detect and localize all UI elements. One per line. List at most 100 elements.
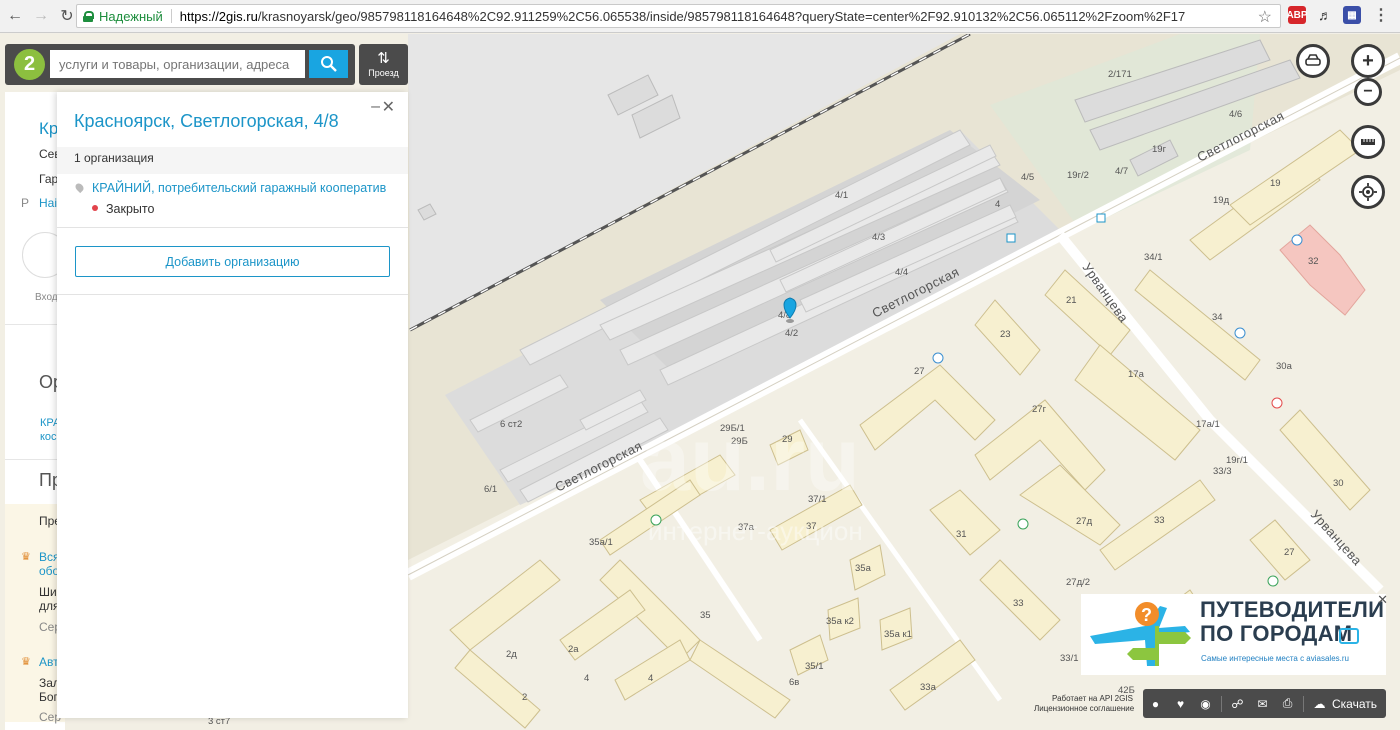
svg-text:30а: 30а <box>1276 361 1293 372</box>
url-path: /krasnoyarsk/geo/985798118164648%2C92.91… <box>257 8 1186 24</box>
svg-text:4/5: 4/5 <box>1021 172 1034 183</box>
card-title: Красноярск, Светлогорская, 4/8 <box>74 111 339 131</box>
card-divider-2 <box>57 294 408 295</box>
address-card: Красноярск, Светлогорская, 4/8 – ✕ 1 орг… <box>57 92 408 718</box>
forward-icon[interactable]: → <box>30 5 52 27</box>
svg-text:31: 31 <box>956 529 967 540</box>
ruler-icon <box>1361 139 1375 145</box>
svg-text:4/3: 4/3 <box>872 232 885 243</box>
attribution-license[interactable]: Лицензионное соглашение <box>1034 704 1134 714</box>
svg-text:Урванцева: Урванцева <box>1308 507 1366 569</box>
svg-text:21: 21 <box>1066 295 1077 306</box>
chat-icon[interactable]: ◉ <box>1193 697 1218 711</box>
svg-text:33/3: 33/3 <box>1213 466 1232 477</box>
share-icon[interactable]: ☍ <box>1225 697 1250 711</box>
mail-icon[interactable]: ✉ <box>1250 697 1275 711</box>
extension-icon[interactable]: ♬ <box>1316 6 1334 24</box>
bottom-toolbar: ● ♥ ◉ ☍ ✉ ⎙ ☁ Скачать <box>1143 689 1386 718</box>
ruler-button[interactable] <box>1351 125 1385 159</box>
svg-text:au.ru: au.ru <box>640 410 860 510</box>
svg-text:4/4: 4/4 <box>895 267 908 278</box>
locate-me-button[interactable] <box>1351 175 1385 209</box>
svg-text:19г/1: 19г/1 <box>1226 455 1248 466</box>
browser-menu-icon[interactable]: ⋮ <box>1372 6 1390 24</box>
add-organization-button[interactable]: Добавить организацию <box>75 246 390 277</box>
org-count: 1 организация <box>57 147 408 174</box>
svg-text:33: 33 <box>1154 515 1165 526</box>
toolbar-separator <box>1221 695 1222 712</box>
adblock-extension-icon[interactable]: ABP <box>1286 6 1308 24</box>
zoom-out-button[interactable]: − <box>1354 78 1382 106</box>
svg-text:4: 4 <box>995 199 1000 210</box>
svg-text:35: 35 <box>700 610 711 621</box>
close-icon[interactable]: ✕ <box>382 97 395 117</box>
svg-text:2: 2 <box>522 692 527 703</box>
svg-text:4/7: 4/7 <box>1115 166 1128 177</box>
svg-text:27: 27 <box>914 366 925 377</box>
org-pin-icon <box>73 181 86 194</box>
svg-text:32: 32 <box>1308 256 1319 267</box>
svg-text:2а: 2а <box>568 644 579 655</box>
org-status: Закрыто <box>106 202 155 216</box>
svg-text:4/2: 4/2 <box>785 328 798 339</box>
svg-text:35/1: 35/1 <box>805 661 824 672</box>
search-bar: 2 <box>5 44 355 85</box>
ad-title-line1: ПУТЕВОДИТЕЛИ <box>1200 597 1385 622</box>
svg-text:19: 19 <box>1270 178 1281 189</box>
browser-toolbar: ← → ↻ Надежный https://2gis.ru/krasnoyar… <box>0 0 1400 33</box>
search-button[interactable] <box>309 50 348 78</box>
ad-banner[interactable]: ? ПУТЕВОДИТЕЛИ ПО ГОРОДАМ Самые интересн… <box>1081 592 1388 675</box>
print-icon[interactable]: ⎙ <box>1275 696 1300 711</box>
crosshair-icon <box>1359 183 1377 201</box>
svg-text:интернет-аукцион: интернет-аукцион <box>648 516 863 546</box>
org-name-link[interactable]: КРАЙНИЙ, потребительский гаражный коопер… <box>92 181 386 195</box>
route-label: Проезд <box>368 68 399 78</box>
address-separator <box>170 9 172 23</box>
address-bar[interactable]: Надежный https://2gis.ru/krasnoyarsk/geo… <box>76 4 1281 28</box>
lock-icon <box>83 10 94 22</box>
zoom-in-button[interactable]: + <box>1351 44 1385 78</box>
svg-text:27: 27 <box>1284 547 1295 558</box>
user-icon[interactable]: ● <box>1143 697 1168 711</box>
svg-text:30: 30 <box>1333 478 1344 489</box>
svg-text:35а к2: 35а к2 <box>826 616 854 627</box>
svg-text:34/1: 34/1 <box>1144 252 1163 263</box>
download-icon[interactable]: ☁ <box>1307 697 1332 711</box>
svg-text:23: 23 <box>1000 329 1011 340</box>
svg-text:6 ст2: 6 ст2 <box>500 419 522 430</box>
back-icon[interactable]: ← <box>4 5 26 27</box>
reload-icon[interactable]: ↻ <box>56 5 78 27</box>
heart-icon[interactable]: ♥ <box>1168 697 1193 711</box>
attribution: Работает на API 2GIS Лицензионное соглаш… <box>1034 694 1134 714</box>
svg-text:27д: 27д <box>1076 516 1093 527</box>
back-panel: Кр Сев Гар Р Наі Вход Ор КРА кос Пр Пре … <box>5 92 65 730</box>
svg-text:17а/1: 17а/1 <box>1196 419 1220 430</box>
url-host: https://2gis.ru <box>179 8 258 24</box>
attribution-api: Работает на API 2GIS <box>1052 694 1133 703</box>
closed-status-icon <box>92 205 98 211</box>
back-divider <box>5 324 65 325</box>
svg-text:27г: 27г <box>1032 404 1047 415</box>
svg-text:35а/1: 35а/1 <box>589 537 613 548</box>
search-input[interactable] <box>50 50 305 78</box>
route-button[interactable]: ⇅ Проезд <box>359 44 408 85</box>
svg-text:33/1: 33/1 <box>1060 653 1079 664</box>
download-button[interactable]: Скачать <box>1332 697 1377 711</box>
2gis-logo[interactable]: 2 <box>14 49 45 80</box>
svg-text:6в: 6в <box>789 677 799 688</box>
card-divider <box>57 227 408 228</box>
svg-text:17а: 17а <box>1128 369 1145 380</box>
traffic-button[interactable] <box>1296 44 1330 78</box>
svg-text:34: 34 <box>1212 312 1223 323</box>
svg-text:33а: 33а <box>920 682 937 693</box>
extension-2-icon[interactable]: ▦ <box>1343 6 1361 24</box>
svg-text:19г: 19г <box>1152 144 1167 155</box>
ad-close-icon[interactable]: ✕ <box>1377 592 1388 608</box>
svg-text:33: 33 <box>1013 598 1024 609</box>
svg-text:35а: 35а <box>855 563 872 574</box>
minimize-icon[interactable]: – <box>371 98 380 116</box>
svg-text:27д/2: 27д/2 <box>1066 577 1090 588</box>
svg-text:19г/2: 19г/2 <box>1067 170 1089 181</box>
svg-text:4/6: 4/6 <box>1229 109 1242 120</box>
bookmark-star-icon[interactable]: ☆ <box>1258 7 1272 27</box>
